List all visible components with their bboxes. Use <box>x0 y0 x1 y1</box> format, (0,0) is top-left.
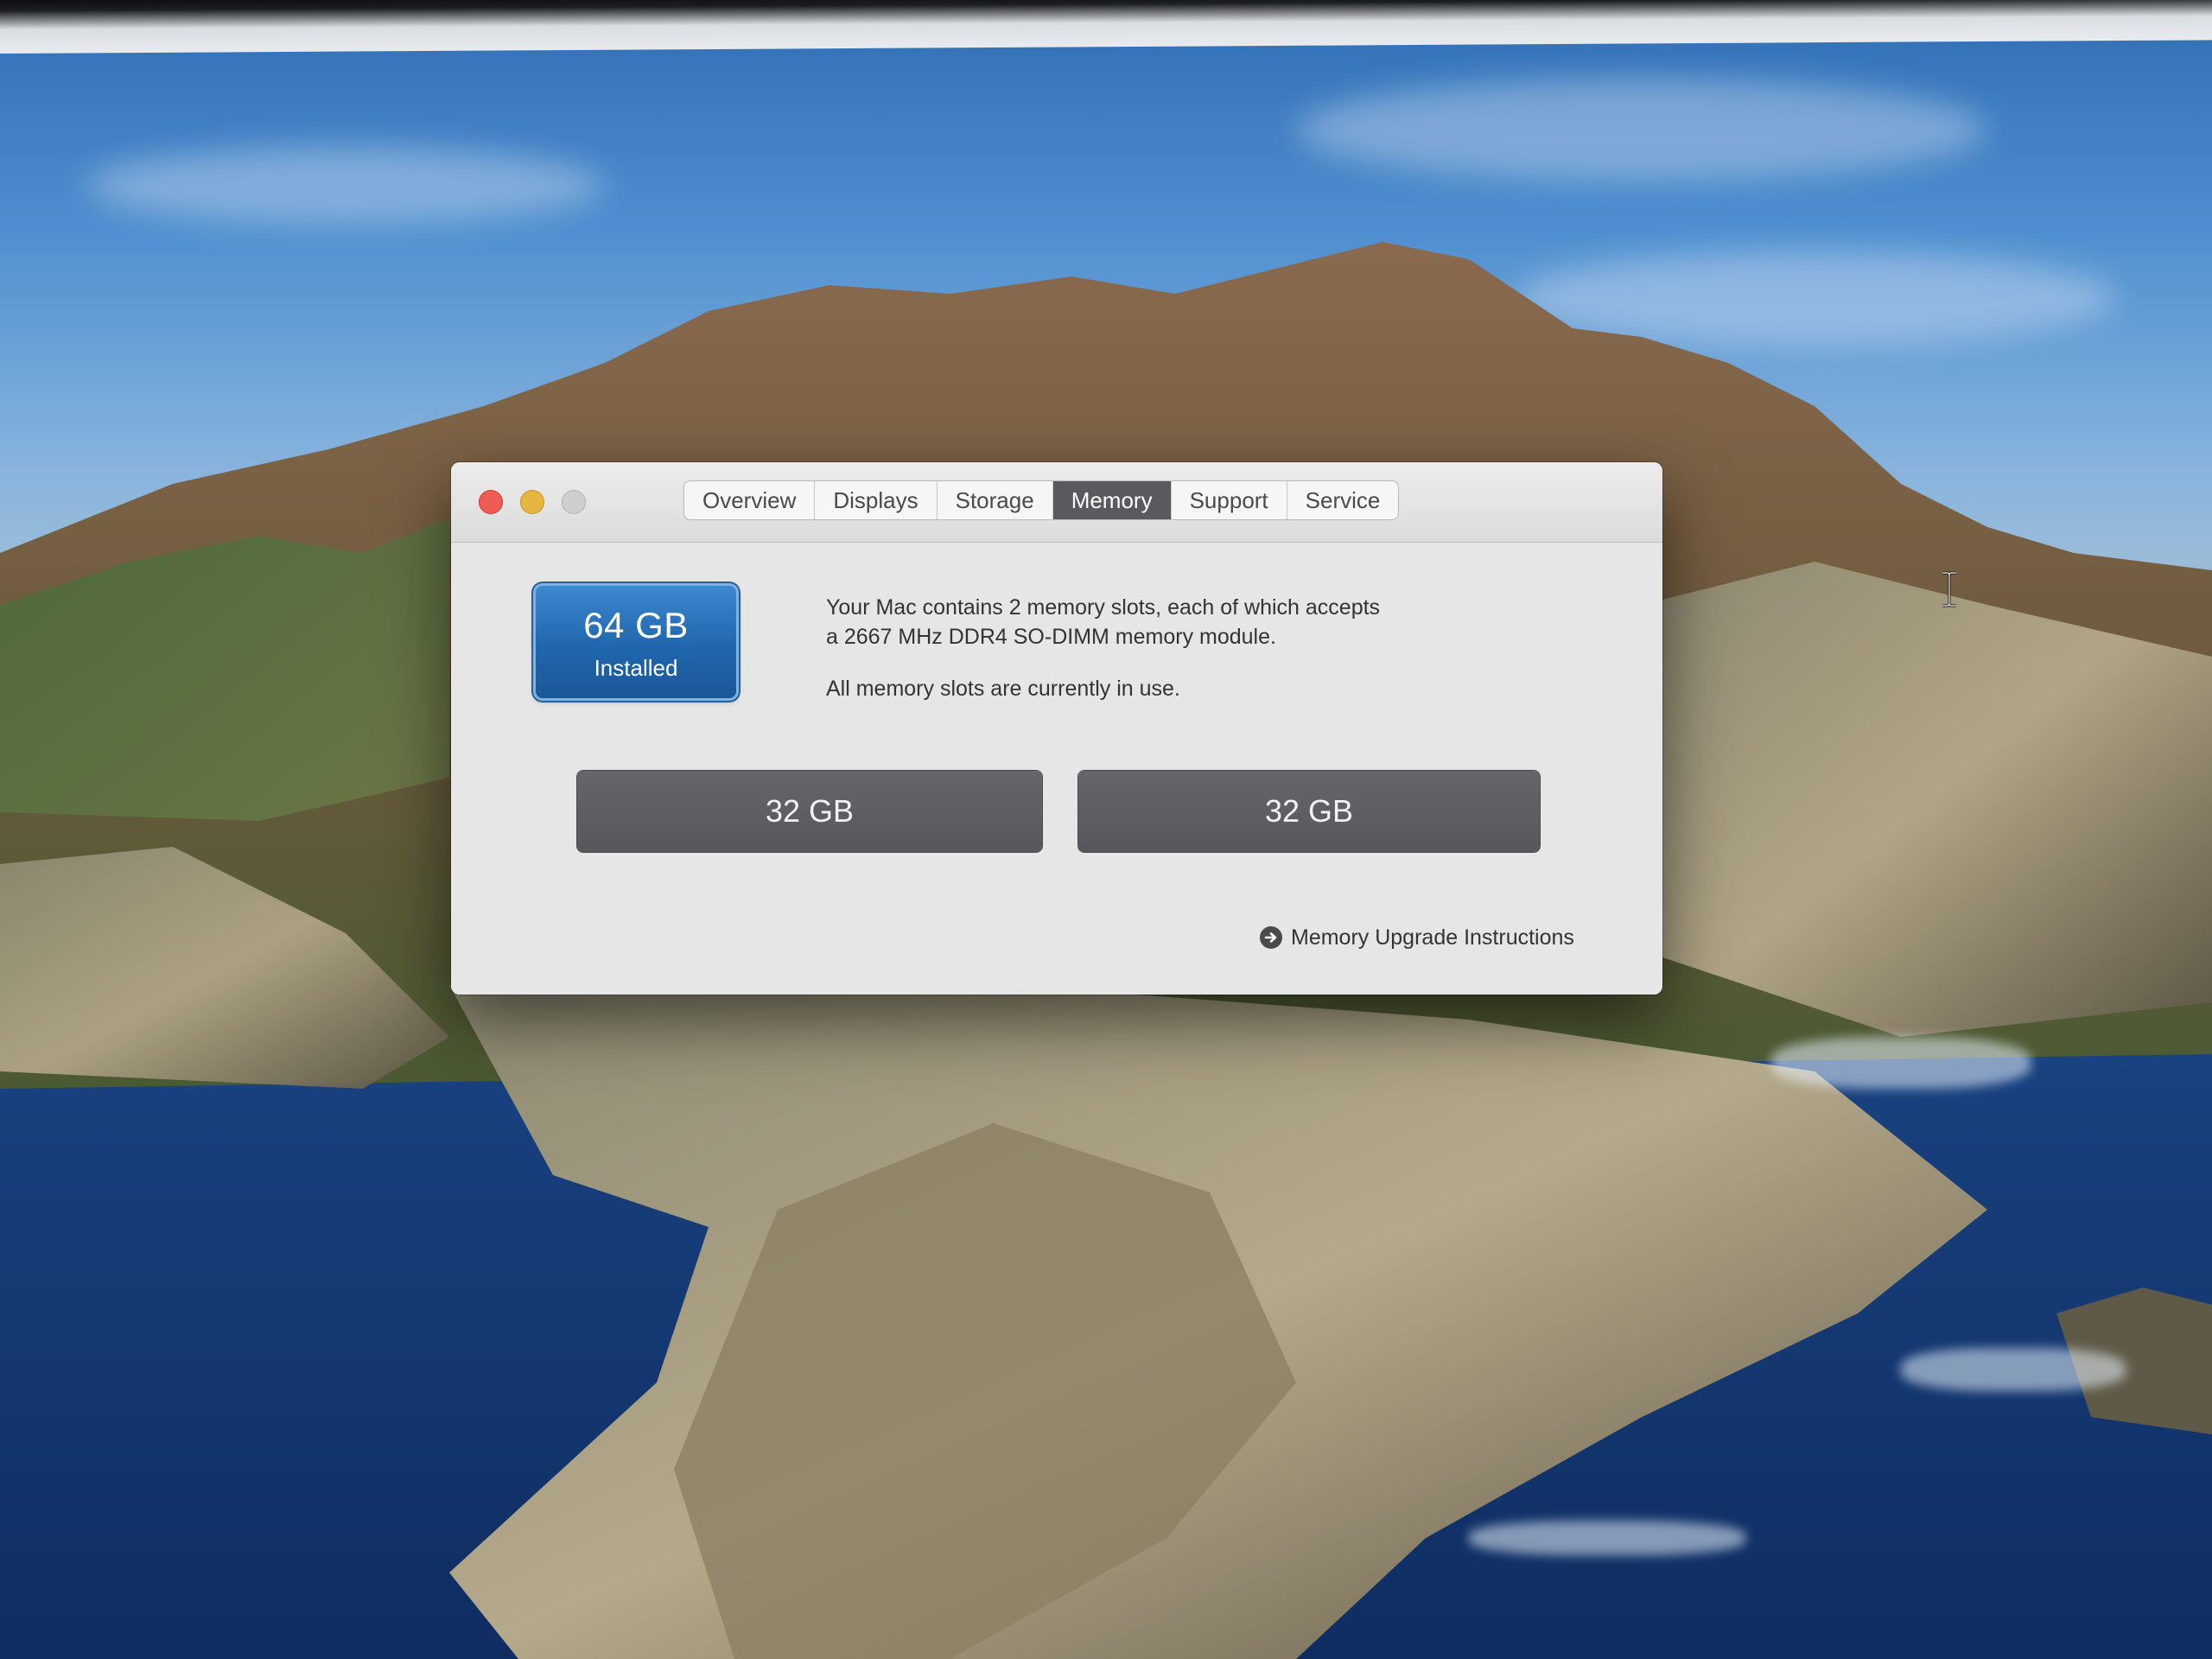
tab-service[interactable]: Service <box>1287 481 1399 519</box>
window-titlebar: Overview Displays Storage Memory Support… <box>451 462 1662 543</box>
installed-memory-badge: 64 GB Installed <box>536 586 736 698</box>
minimize-icon[interactable] <box>520 490 544 514</box>
surf <box>1901 1348 2126 1391</box>
tab-displays[interactable]: Displays <box>815 481 938 519</box>
about-this-mac-window: Overview Displays Storage Memory Support… <box>451 462 1662 995</box>
surf <box>1469 1521 1745 1555</box>
memory-slot-status: All memory slots are currently in use. <box>826 677 1180 701</box>
tab-memory[interactable]: Memory <box>1052 481 1172 519</box>
zoom-icon <box>562 490 586 514</box>
tab-support[interactable]: Support <box>1172 481 1287 519</box>
memory-upgrade-instructions-link[interactable]: Memory Upgrade Instructions <box>1260 923 1574 952</box>
memory-description: Your Mac contains 2 memory slots, each o… <box>826 593 1483 703</box>
memory-slot-1: 32 GB <box>577 771 1042 852</box>
tab-storage[interactable]: Storage <box>938 481 1053 519</box>
tab-overview[interactable]: Overview <box>684 481 816 519</box>
installed-memory-label: Installed <box>594 655 678 681</box>
memory-slot-2: 32 GB <box>1078 771 1540 852</box>
text-cursor-icon <box>1942 571 1956 607</box>
close-icon[interactable] <box>479 490 503 514</box>
surf <box>1771 1037 2031 1089</box>
tab-bar: Overview Displays Storage Memory Support… <box>684 481 1399 519</box>
memory-panel: 64 GB Installed Your Mac contains 2 memo… <box>451 543 1662 995</box>
memory-upgrade-link-label: Memory Upgrade Instructions <box>1291 925 1574 950</box>
arrow-right-circle-icon <box>1260 926 1282 949</box>
description-line-1: Your Mac contains 2 memory slots, each o… <box>826 595 1381 620</box>
description-line-2: a 2667 MHz DDR4 SO-DIMM memory module. <box>826 625 1276 649</box>
installed-memory-size: 64 GB <box>583 605 689 645</box>
